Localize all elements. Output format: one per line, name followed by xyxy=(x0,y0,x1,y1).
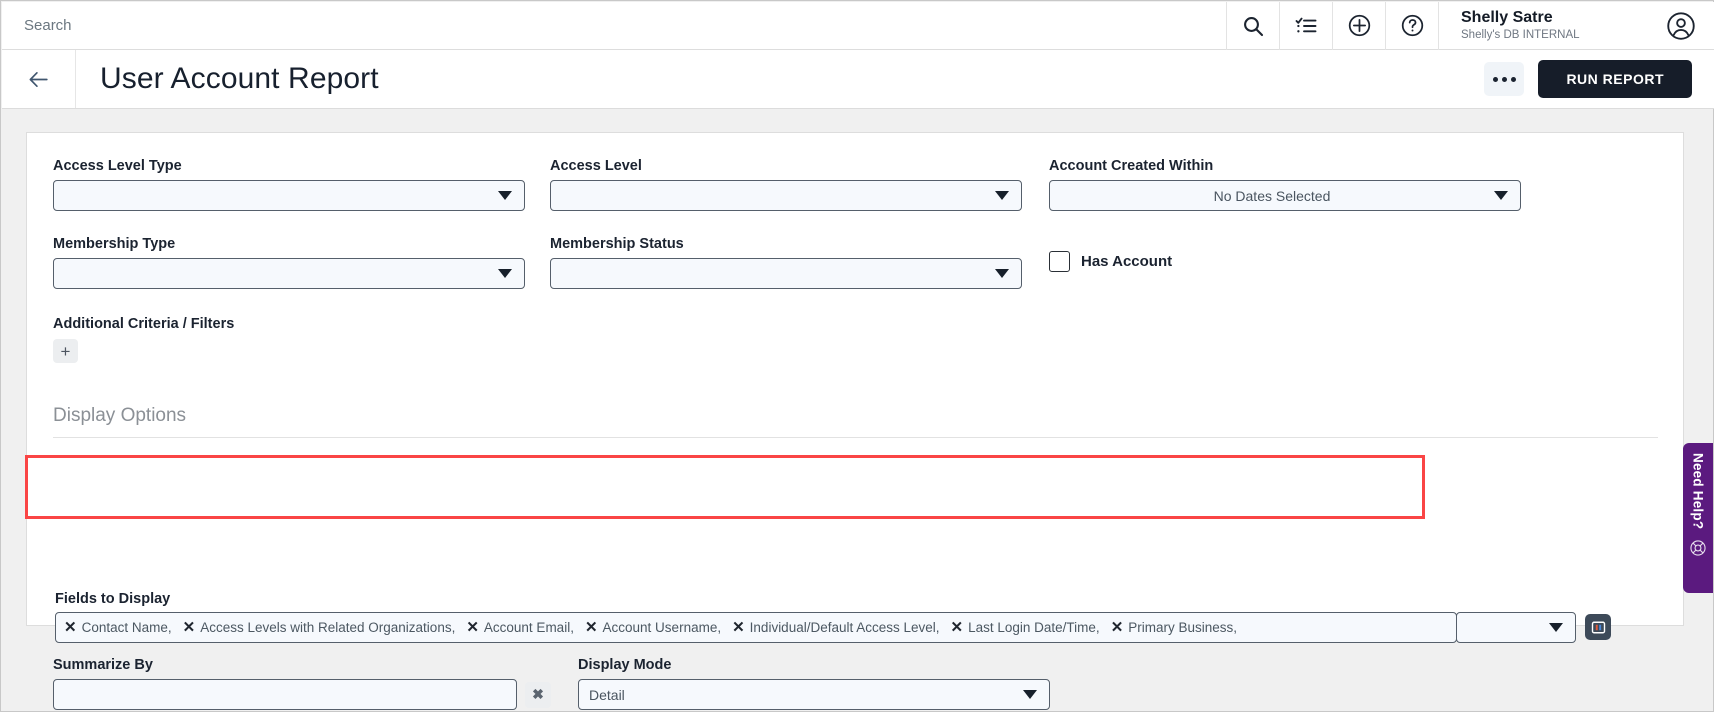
chip-label: Access Levels with Related Organizations… xyxy=(200,620,455,635)
fields-to-display-section: Fields to Display ✕ Contact Name, ✕ Acce… xyxy=(55,591,1655,643)
field-chip[interactable]: ✕ Access Levels with Related Organizatio… xyxy=(183,620,456,635)
chevron-down-icon xyxy=(498,191,512,200)
has-account-label: Has Account xyxy=(1081,253,1172,270)
chip-label: Account Email, xyxy=(484,620,574,635)
chevron-down-icon xyxy=(498,269,512,278)
run-report-button[interactable]: RUN REPORT xyxy=(1538,60,1692,98)
field-chip[interactable]: ✕ Contact Name, xyxy=(64,620,172,635)
field-access-level: Access Level xyxy=(550,158,1022,211)
lifebuoy-icon xyxy=(1689,539,1707,562)
field-label: Account Created Within xyxy=(1049,158,1521,174)
field-label: Access Level xyxy=(550,158,1022,174)
remove-chip-icon[interactable]: ✕ xyxy=(183,620,196,635)
fields-to-display-chips[interactable]: ✕ Contact Name, ✕ Access Levels with Rel… xyxy=(55,612,1457,643)
display-mode-label: Display Mode xyxy=(578,657,1050,673)
help-circle-icon[interactable] xyxy=(1385,2,1438,50)
clear-summarize-by-button[interactable]: ✖ xyxy=(525,682,551,708)
chevron-down-icon xyxy=(995,191,1009,200)
summarize-by-row: ✖ xyxy=(53,679,551,710)
page-title: User Account Report xyxy=(100,62,379,96)
chevron-down-icon xyxy=(1549,623,1563,632)
field-account-created-within: Account Created Within No Dates Selected xyxy=(1049,158,1521,211)
remove-chip-icon[interactable]: ✕ xyxy=(732,620,745,635)
app-screen: Shelly Satre Shelly's DB INTERNAL User A… xyxy=(0,0,1714,712)
remove-chip-icon[interactable]: ✕ xyxy=(585,620,598,635)
chip-label: Contact Name, xyxy=(82,620,172,635)
remove-chip-icon[interactable]: ✕ xyxy=(951,620,964,635)
display-mode-select[interactable]: Detail xyxy=(578,679,1050,710)
display-mode-section: Display Mode Detail xyxy=(578,657,1050,710)
close-icon: ✖ xyxy=(532,686,544,703)
field-chip[interactable]: ✕ Individual/Default Access Level, xyxy=(732,620,939,635)
ellipsis-dot xyxy=(1511,77,1516,82)
remove-chip-icon[interactable]: ✕ xyxy=(466,620,479,635)
tasks-list-icon[interactable] xyxy=(1279,2,1332,50)
access-level-select[interactable] xyxy=(550,180,1022,211)
access-level-type-select[interactable] xyxy=(53,180,525,211)
avatar[interactable] xyxy=(1648,2,1714,50)
field-membership-type: Membership Type xyxy=(53,236,525,289)
add-circle-icon[interactable] xyxy=(1332,2,1385,50)
fields-to-display-row: ✕ Contact Name, ✕ Access Levels with Rel… xyxy=(55,612,1655,643)
add-criteria-button[interactable]: + xyxy=(53,339,78,363)
field-chip[interactable]: ✕ Last Login Date/Time, xyxy=(951,620,1100,635)
field-label: Membership Type xyxy=(53,236,525,252)
global-topbar: Shelly Satre Shelly's DB INTERNAL xyxy=(2,2,1714,50)
chevron-down-icon xyxy=(1494,191,1508,200)
summarize-by-label: Summarize By xyxy=(53,657,551,673)
additional-criteria-section: Additional Criteria / Filters + xyxy=(53,315,234,363)
display-options-section: Display Options xyxy=(53,405,1658,438)
chevron-down-icon xyxy=(995,269,1009,278)
remove-chip-icon[interactable]: ✕ xyxy=(64,620,77,635)
need-help-tab[interactable]: Need Help? xyxy=(1683,443,1713,593)
summarize-by-input[interactable] xyxy=(53,679,517,710)
has-account-checkbox[interactable] xyxy=(1049,251,1070,272)
chip-label: Last Login Date/Time, xyxy=(968,620,1100,635)
chip-label: Account Username, xyxy=(603,620,722,635)
user-organization: Shelly's DB INTERNAL xyxy=(1461,28,1580,42)
display-options-title: Display Options xyxy=(53,405,1658,427)
membership-type-select[interactable] xyxy=(53,258,525,289)
membership-status-select[interactable] xyxy=(550,258,1022,289)
chevron-down-icon xyxy=(1023,690,1037,699)
field-access-level-type: Access Level Type xyxy=(53,158,525,211)
field-chip[interactable]: ✕ Account Username, xyxy=(585,620,721,635)
field-chip[interactable]: ✕ Primary Business, xyxy=(1111,620,1237,635)
back-arrow-icon[interactable] xyxy=(2,50,76,108)
user-name: Shelly Satre xyxy=(1461,9,1553,27)
more-options-button[interactable] xyxy=(1484,62,1524,96)
plus-icon: + xyxy=(61,343,71,360)
summarize-by-section: Summarize By ✖ xyxy=(53,657,551,710)
fields-to-display-label: Fields to Display xyxy=(55,591,1655,607)
field-membership-status: Membership Status xyxy=(550,236,1022,289)
chip-label: Primary Business, xyxy=(1128,620,1237,635)
report-criteria-card: Access Level Type Access Level Account C… xyxy=(26,132,1684,626)
field-chip[interactable]: ✕ Account Email, xyxy=(466,620,574,635)
select-value: Detail xyxy=(579,687,1023,703)
page-header: User Account Report RUN REPORT xyxy=(2,50,1714,109)
has-account-checkbox-row[interactable]: Has Account xyxy=(1049,251,1172,272)
ellipsis-dot xyxy=(1493,77,1498,82)
account-created-within-select[interactable]: No Dates Selected xyxy=(1049,180,1521,211)
columns-layout-icon[interactable] xyxy=(1585,614,1611,640)
remove-chip-icon[interactable]: ✕ xyxy=(1111,620,1124,635)
additional-criteria-label: Additional Criteria / Filters xyxy=(53,316,234,332)
field-label: Membership Status xyxy=(550,236,1022,252)
user-account-block[interactable]: Shelly Satre Shelly's DB INTERNAL xyxy=(1438,2,1648,50)
fields-to-display-dropdown[interactable] xyxy=(1456,612,1576,643)
select-value: No Dates Selected xyxy=(1050,188,1494,204)
search-input[interactable] xyxy=(24,3,444,49)
search-icon[interactable] xyxy=(1226,2,1279,50)
chip-label: Individual/Default Access Level, xyxy=(750,620,940,635)
need-help-label: Need Help? xyxy=(1691,453,1706,529)
field-label: Access Level Type xyxy=(53,158,525,174)
section-divider xyxy=(53,437,1658,438)
ellipsis-dot xyxy=(1502,77,1507,82)
